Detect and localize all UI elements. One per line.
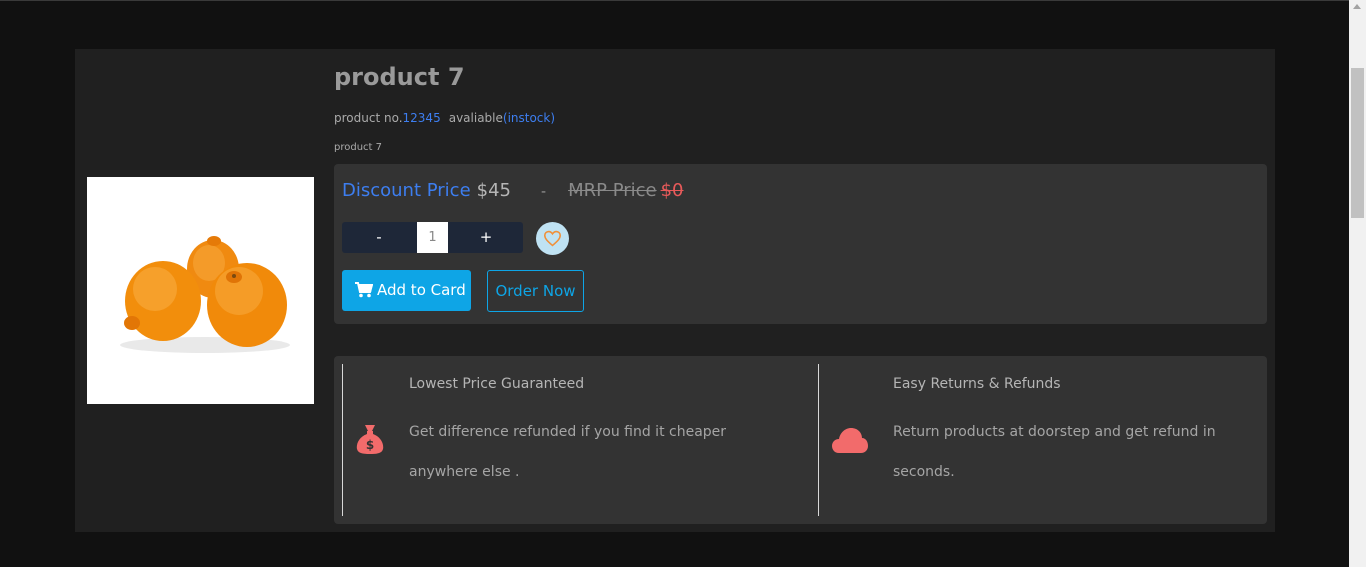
svg-text:$: $ bbox=[366, 438, 374, 452]
scroll-up-arrow-icon[interactable] bbox=[1353, 4, 1361, 9]
price-separator: - bbox=[541, 184, 547, 200]
availability-status: (instock) bbox=[502, 111, 556, 125]
quantity-stepper: - 1 + bbox=[342, 222, 523, 253]
feature-text-price: Get difference refunded if you find it c… bbox=[409, 424, 727, 480]
orange-fruit-image bbox=[120, 236, 290, 353]
quantity-input[interactable]: 1 bbox=[417, 222, 448, 253]
quantity-decrease-button[interactable]: - bbox=[342, 222, 416, 253]
wishlist-button[interactable] bbox=[536, 222, 569, 255]
discount-price-label: Discount Price bbox=[342, 180, 471, 201]
page-top-border bbox=[0, 0, 1366, 1]
feature-divider-left bbox=[342, 364, 343, 516]
quantity-increase-button[interactable]: + bbox=[449, 222, 523, 253]
price-panel: Discount Price $45 - MRP Price $0 - 1 + Add … bbox=[334, 164, 1267, 324]
product-title: product 7 bbox=[334, 63, 465, 91]
add-to-cart-label: Add to Card bbox=[377, 281, 466, 299]
money-bag-icon: $ bbox=[355, 423, 385, 459]
product-meta: product no.12345 avaliable(instock) bbox=[334, 111, 555, 125]
cloud-icon bbox=[831, 426, 869, 458]
mrp-price-label: MRP Price bbox=[568, 180, 657, 201]
price-row: Discount Price $45 - MRP Price $0 bbox=[342, 180, 684, 201]
availability-label: avaliable bbox=[448, 111, 503, 125]
product-card: product 7 product no.12345 avaliable(inst… bbox=[75, 49, 1275, 532]
feature-title-returns: Easy Returns & Refunds bbox=[893, 376, 1061, 392]
feature-title-price: Lowest Price Guaranteed bbox=[409, 376, 585, 392]
order-now-button[interactable]: Order Now bbox=[487, 270, 584, 312]
product-description: product 7 bbox=[334, 142, 383, 153]
features-panel: $ Lowest Price Guaranteed Get difference… bbox=[334, 356, 1267, 524]
product-number-label: product no. bbox=[334, 111, 403, 125]
feature-text-returns: Return products at doorstep and get refu… bbox=[893, 424, 1216, 480]
product-number-value: 12345 bbox=[402, 111, 441, 125]
mrp-price-value: $0 bbox=[660, 180, 684, 201]
vertical-scrollbar[interactable] bbox=[1349, 0, 1366, 567]
add-to-cart-button[interactable]: Add to Card bbox=[342, 270, 471, 311]
heart-icon bbox=[543, 230, 562, 247]
discount-price-value: $45 bbox=[476, 180, 512, 201]
feature-divider-middle bbox=[818, 364, 819, 516]
scrollbar-thumb[interactable] bbox=[1351, 68, 1364, 218]
cart-icon bbox=[355, 282, 373, 298]
product-image bbox=[87, 177, 314, 404]
